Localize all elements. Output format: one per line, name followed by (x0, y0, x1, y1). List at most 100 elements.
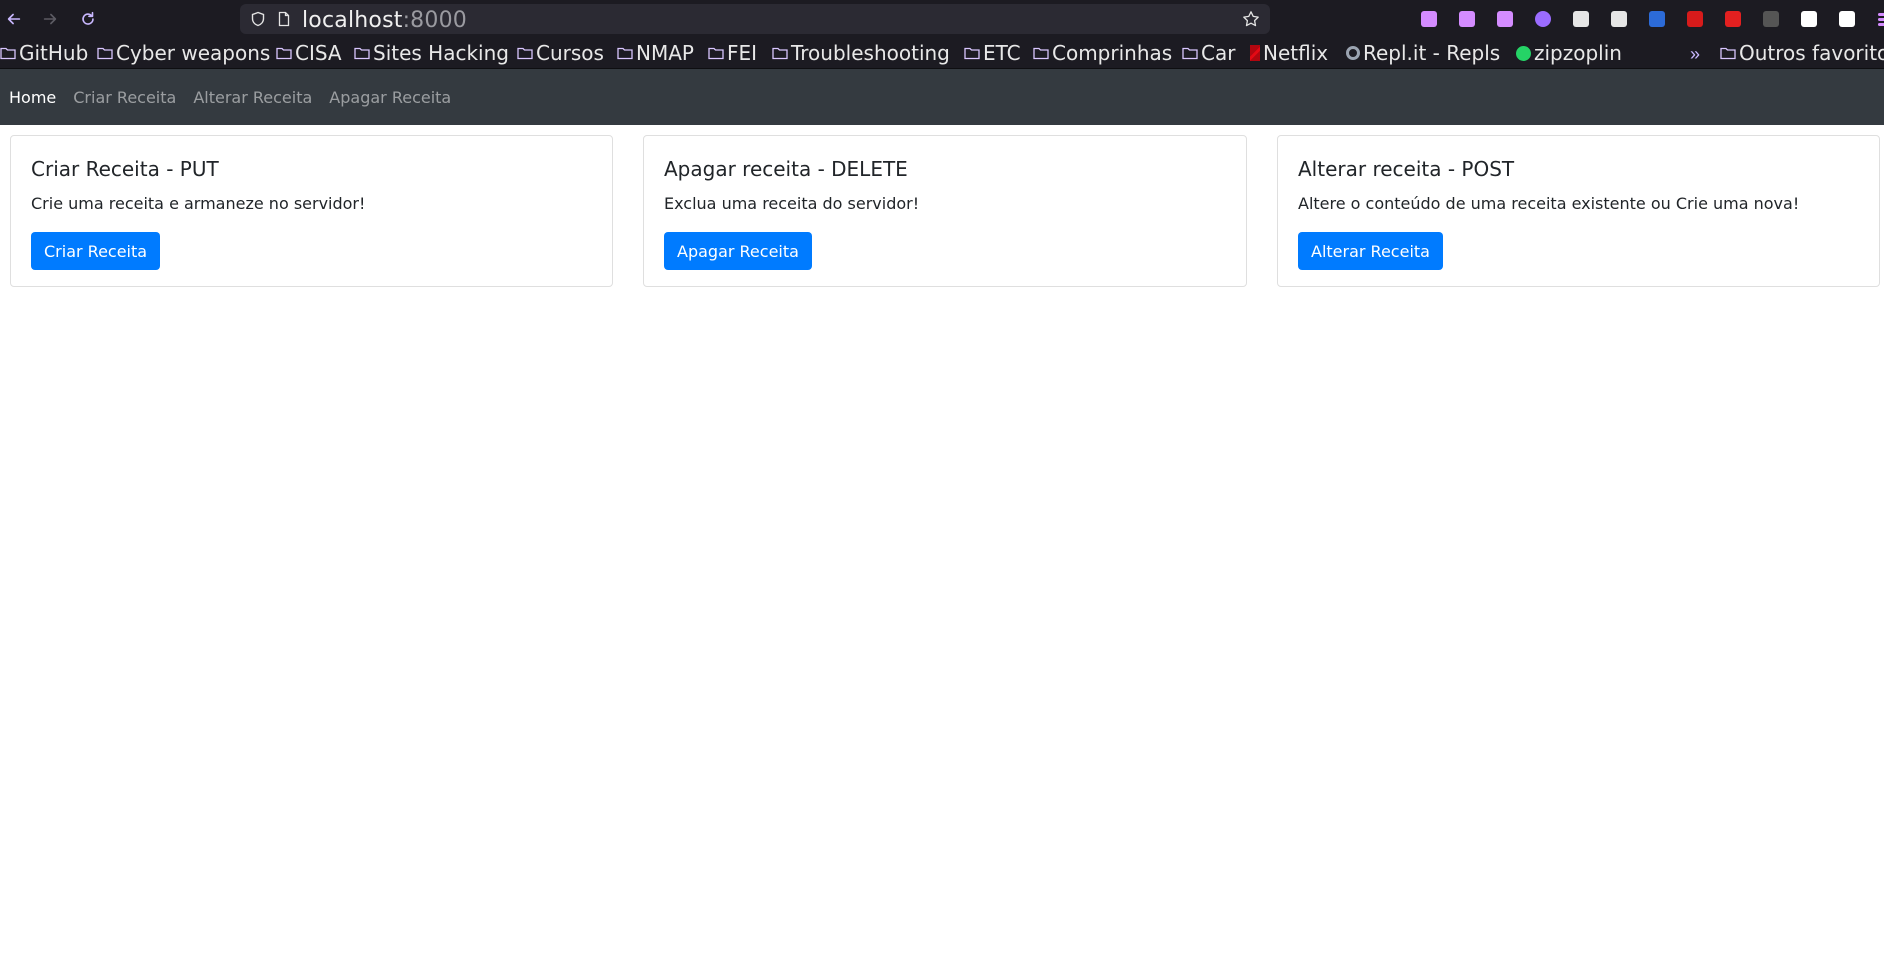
bookmark-item[interactable]: Netflix (1250, 41, 1328, 65)
bookmark-item[interactable]: CISA (276, 41, 342, 65)
bookmark-label: Comprinhas (1052, 41, 1173, 65)
folder-icon (772, 47, 788, 60)
folder-icon (708, 47, 724, 60)
youtube-icon[interactable] (1714, 8, 1752, 30)
wappalyzer-icon-glyph (1687, 11, 1703, 27)
bitwarden-icon[interactable] (1638, 8, 1676, 30)
extension-icons (1410, 8, 1884, 30)
glasses-icon[interactable] (1790, 8, 1828, 30)
bookmark-item[interactable]: Sites Hacking (354, 41, 509, 65)
arrow-left-icon[interactable] (0, 5, 28, 33)
bookmark-label: GitHub (19, 41, 89, 65)
browser-toolbar: localhost:8000 (0, 0, 1884, 38)
bookmark-label: Troubleshooting (791, 41, 950, 65)
hat-icon[interactable] (1752, 8, 1790, 30)
bookmark-label: NMAP (636, 41, 694, 65)
folder-icon (517, 47, 533, 60)
alterar-receita-button[interactable]: Alterar Receita (1298, 232, 1443, 270)
criar-receita-button[interactable]: Criar Receita (31, 232, 161, 270)
url-host: localhost (302, 8, 403, 33)
menu-icon-glyph (1878, 17, 1884, 21)
bookmark-label: CISA (295, 41, 342, 65)
bookmark-item[interactable]: Cursos (517, 41, 604, 65)
folder-icon (354, 47, 370, 60)
pocket-icon[interactable] (1410, 8, 1448, 30)
folder-icon (97, 47, 113, 60)
bookmark-item[interactable]: Troubleshooting (772, 41, 950, 65)
bookmark-star-icon[interactable] (1242, 10, 1260, 28)
wappalyzer-icon[interactable] (1676, 8, 1714, 30)
card-alterar-receita: Alterar receita - POST Altere o conteúdo… (1277, 135, 1880, 287)
cards-container: Criar Receita - PUT Crie uma receita e a… (0, 125, 1884, 925)
privacy-icon[interactable] (1600, 8, 1638, 30)
reload-icon[interactable] (74, 5, 102, 33)
menu-icon[interactable] (1866, 8, 1884, 30)
bookmark-item[interactable]: GitHub (0, 41, 88, 65)
chevron-double-right-icon[interactable]: » (1690, 44, 1700, 65)
nav-link-home[interactable]: Home (9, 88, 56, 107)
bookmark-ext-icon-glyph (1839, 11, 1855, 27)
bookmark-item[interactable]: Comprinhas (1033, 41, 1172, 65)
folder-icon (964, 47, 980, 60)
joplin-icon-glyph (1535, 11, 1551, 27)
bookmark-item[interactable]: Repl.it - Repls (1346, 41, 1500, 65)
folder-icon (1720, 47, 1736, 60)
card-title: Criar Receita - PUT (31, 157, 219, 181)
nav-link-criar-receita[interactable]: Criar Receita (73, 88, 176, 107)
bookmark-item[interactable]: FEI (708, 41, 757, 65)
bookmark-label: Car (1201, 41, 1236, 65)
card-text: Exclua uma receita do servidor! (664, 194, 920, 213)
nav-link-apagar-receita[interactable]: Apagar Receita (329, 88, 451, 107)
bookmark-item[interactable]: NMAP (617, 41, 694, 65)
folder-icon (0, 47, 16, 60)
joplin-icon[interactable] (1524, 8, 1562, 30)
nav-link-alterar-receita[interactable]: Alterar Receita (193, 88, 312, 107)
pocket-icon-glyph (1421, 11, 1437, 27)
card-text: Altere o conteúdo de uma receita existen… (1298, 194, 1800, 213)
bookmark-label: Repl.it - Repls (1363, 41, 1501, 65)
sidebar-icon-glyph (1497, 11, 1513, 27)
shield-icon[interactable] (250, 11, 266, 27)
url-text[interactable]: localhost:8000 (302, 8, 467, 33)
library-icon[interactable] (1448, 8, 1486, 30)
replit-icon (1346, 46, 1360, 60)
bookmark-label: FEI (727, 41, 758, 65)
bookmark-item[interactable]: zipzoplin (1516, 41, 1622, 65)
folder-icon (1182, 47, 1198, 60)
bookmark-label: Cursos (536, 41, 604, 65)
apagar-receita-button[interactable]: Apagar Receita (664, 232, 812, 270)
bookmark-label: zipzoplin (1534, 41, 1622, 65)
card-criar-receita: Criar Receita - PUT Crie uma receita e a… (10, 135, 613, 287)
card-text: Crie uma receita e armaneze no servidor! (31, 194, 366, 213)
youtube-icon-glyph (1725, 11, 1741, 27)
folder-icon (617, 47, 633, 60)
card-apagar-receita: Apagar receita - DELETE Exclua uma recei… (643, 135, 1247, 287)
bookmark-label: Sites Hacking (373, 41, 509, 65)
sidebar-icon[interactable] (1486, 8, 1524, 30)
card-title: Apagar receita - DELETE (664, 157, 908, 181)
privacy-icon-glyph (1611, 11, 1627, 27)
bookmark-item[interactable]: Cyber weapons (97, 41, 270, 65)
ghostery-icon[interactable] (1562, 8, 1600, 30)
app-navbar: Home Criar Receita Alterar Receita Apaga… (0, 69, 1884, 125)
card-title: Alterar receita - POST (1298, 157, 1515, 181)
url-bar[interactable]: localhost:8000 (240, 4, 1270, 34)
netflix-icon (1250, 45, 1260, 61)
whatsapp-icon (1516, 45, 1531, 61)
bookmarks-bar: » Outros favorito GitHub Cyber weapons CIS… (0, 38, 1884, 69)
bookmark-item[interactable]: ETC (964, 41, 1021, 65)
bookmark-label: Outros favorito (1739, 41, 1884, 65)
bookmark-label: Netflix (1263, 41, 1329, 65)
bitwarden-icon-glyph (1649, 11, 1665, 27)
hat-icon-glyph (1763, 11, 1779, 27)
folder-icon (276, 47, 292, 60)
bookmark-item[interactable]: Car (1182, 41, 1235, 65)
bookmark-ext-icon[interactable] (1828, 8, 1866, 30)
arrow-right-icon[interactable] (36, 5, 64, 33)
library-icon-glyph (1459, 11, 1475, 27)
folder-icon (1033, 47, 1049, 60)
bookmark-other-folder[interactable]: Outros favorito (1720, 41, 1884, 65)
url-port: :8000 (402, 8, 467, 33)
glasses-icon-glyph (1801, 11, 1817, 27)
page-icon (278, 11, 290, 27)
